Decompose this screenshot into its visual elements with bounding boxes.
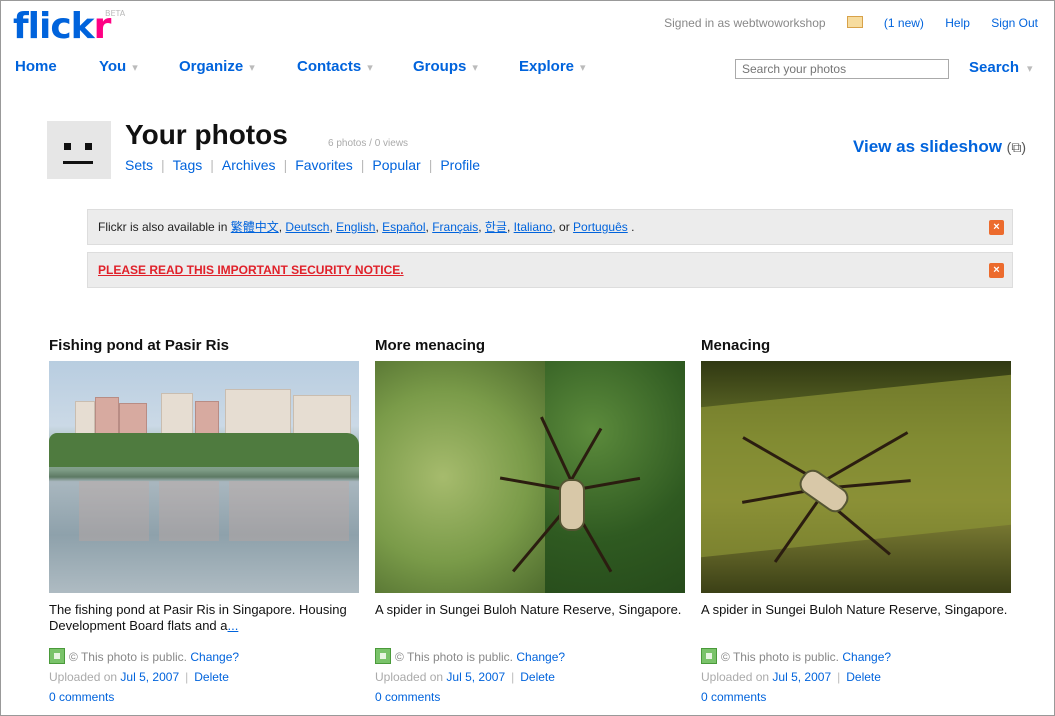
chevron-down-icon[interactable]: ▾ — [1027, 63, 1033, 75]
chevron-down-icon[interactable]: ▾ — [472, 62, 478, 74]
nav-organize[interactable]: Organize ▾ — [179, 58, 255, 75]
photo-card: Fishing pond at Pasir Ris The fishing po… — [49, 337, 359, 704]
public-icon — [701, 648, 717, 664]
photo-card: Menacing A spider in Sungei Buloh Nature… — [701, 337, 1011, 704]
nav-home[interactable]: Home — [15, 58, 57, 75]
comments-link[interactable]: 0 comments — [375, 690, 685, 704]
lang-link[interactable]: English — [336, 220, 375, 234]
delete-link[interactable]: Delete — [846, 670, 881, 684]
chevron-down-icon[interactable]: ▾ — [367, 62, 373, 74]
nav-explore[interactable]: Explore ▾ — [519, 58, 586, 75]
upload-meta: Uploaded on Jul 5, 2007 | Delete — [375, 670, 555, 684]
nav-you[interactable]: You ▾ — [99, 58, 138, 75]
upload-meta: Uploaded on Jul 5, 2007 | Delete — [701, 670, 881, 684]
photo-thumbnail[interactable] — [375, 361, 685, 593]
chevron-down-icon[interactable]: ▾ — [132, 62, 138, 74]
mail-link[interactable]: (1 new) — [846, 16, 924, 30]
change-privacy-link[interactable]: Change? — [516, 650, 565, 664]
lang-link[interactable]: Italiano — [514, 220, 553, 234]
delete-link[interactable]: Delete — [194, 670, 229, 684]
lang-link[interactable]: 繁體中文 — [231, 220, 279, 234]
beta-badge: BETA — [105, 9, 126, 18]
photo-thumbnail[interactable] — [49, 361, 359, 593]
photo-card: More menacing A spider in Sungei Buloh N… — [375, 337, 685, 704]
tab-archives[interactable]: Archives — [222, 157, 276, 173]
comments-link[interactable]: 0 comments — [49, 690, 359, 704]
logo-text: flick — [13, 6, 95, 47]
buddy-mouth — [63, 161, 93, 164]
upload-meta: Uploaded on Jul 5, 2007 | Delete — [49, 670, 229, 684]
close-icon[interactable]: × — [989, 220, 1004, 235]
photo-description: A spider in Sungei Buloh Nature Reserve,… — [375, 602, 682, 617]
lang-link[interactable]: Português — [573, 220, 628, 234]
slideshow-icon: (⧉) — [1006, 139, 1026, 155]
account-bar: Signed in as webtwoworkshop (1 new) Help… — [628, 16, 1038, 30]
security-notice: PLEASE READ THIS IMPORTANT SECURITY NOTI… — [87, 252, 1013, 288]
view-slideshow-link[interactable]: View as slideshow (⧉) — [853, 137, 1026, 157]
chevron-down-icon[interactable]: ▾ — [249, 62, 255, 74]
photo-title[interactable]: More menacing — [375, 337, 685, 361]
change-privacy-link[interactable]: Change? — [842, 650, 891, 664]
photos-subnav: Sets | Tags | Archives | Favorites | Popular | Pro… — [125, 157, 481, 173]
photo-description: The fishing pond at Pasir Ris in Singapo… — [49, 602, 347, 633]
envelope-icon — [846, 16, 863, 28]
search-button[interactable]: Search ▾ — [969, 59, 1033, 76]
buddy-eye — [64, 143, 71, 150]
nav-contacts[interactable]: Contacts ▾ — [297, 58, 373, 75]
tab-profile[interactable]: Profile — [440, 157, 480, 173]
tab-tags[interactable]: Tags — [173, 157, 203, 173]
more-link[interactable]: ... — [228, 618, 239, 633]
privacy-status: © This photo is public. Change? — [49, 648, 359, 664]
security-notice-link[interactable]: PLEASE READ THIS IMPORTANT SECURITY NOTI… — [98, 263, 404, 277]
upload-date-link[interactable]: Jul 5, 2007 — [772, 670, 831, 684]
lang-link[interactable]: Español — [382, 220, 425, 234]
search-input[interactable] — [735, 59, 949, 79]
delete-link[interactable]: Delete — [520, 670, 555, 684]
photo-count: 6 photos / 0 views — [328, 138, 409, 149]
tab-popular[interactable]: Popular — [372, 157, 420, 173]
lang-link[interactable]: 한글 — [485, 220, 507, 234]
flickr-logo[interactable]: flickr BETA — [13, 5, 125, 49]
photo-title[interactable]: Menacing — [701, 337, 1011, 361]
lang-link[interactable]: Français — [432, 220, 478, 234]
buddy-eye — [85, 143, 92, 150]
help-link[interactable]: Help — [945, 16, 970, 30]
sign-out-link[interactable]: Sign Out — [991, 16, 1038, 30]
photo-title[interactable]: Fishing pond at Pasir Ris — [49, 337, 359, 361]
tab-favorites[interactable]: Favorites — [295, 157, 353, 173]
privacy-status: © This photo is public. Change? — [701, 648, 1011, 664]
lang-link[interactable]: Deutsch — [285, 220, 329, 234]
page-title: Your photos — [125, 119, 288, 150]
chevron-down-icon[interactable]: ▾ — [580, 62, 586, 74]
language-notice: Flickr is also available in 繁體中文, Deutsc… — [87, 209, 1013, 245]
upload-date-link[interactable]: Jul 5, 2007 — [446, 670, 505, 684]
signed-in-label: Signed in as webtwoworkshop — [664, 16, 826, 30]
public-icon — [49, 648, 65, 664]
close-icon[interactable]: × — [989, 263, 1004, 278]
photo-thumbnail[interactable] — [701, 361, 1011, 593]
privacy-status: © This photo is public. Change? — [375, 648, 685, 664]
nav-groups[interactable]: Groups ▾ — [413, 58, 478, 75]
upload-date-link[interactable]: Jul 5, 2007 — [120, 670, 179, 684]
tab-sets[interactable]: Sets — [125, 157, 153, 173]
buddy-icon[interactable] — [47, 121, 111, 179]
change-privacy-link[interactable]: Change? — [190, 650, 239, 664]
comments-link[interactable]: 0 comments — [701, 690, 1011, 704]
photo-description: A spider in Sungei Buloh Nature Reserve,… — [701, 602, 1008, 617]
public-icon — [375, 648, 391, 664]
